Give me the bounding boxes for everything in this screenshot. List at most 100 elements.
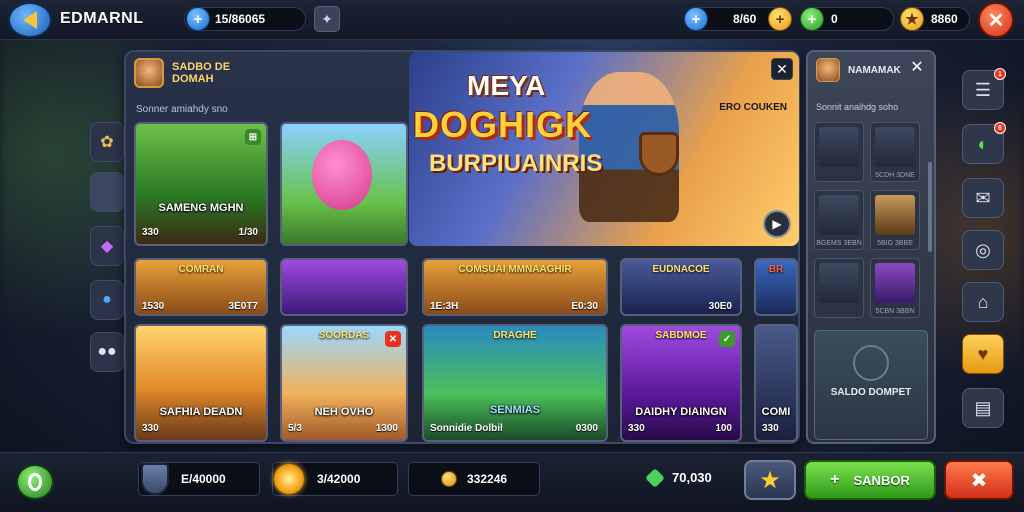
card-row3-3[interactable]: DRAGHE SENMIAS Sonnidie Dolbil 0300 bbox=[422, 324, 608, 442]
mini-card[interactable] bbox=[814, 258, 864, 318]
card-title: SENMIAS bbox=[489, 404, 541, 416]
side-list-button[interactable]: ▤ bbox=[962, 388, 1004, 428]
card-title: SAFHIA DEADN bbox=[159, 406, 243, 418]
shield-icon bbox=[135, 459, 175, 499]
card-row2-4[interactable]: EUDNACOE 30E0 bbox=[620, 258, 742, 316]
side-mail-button[interactable]: ✉ bbox=[962, 178, 1004, 218]
hero-title-c: BURPIUAINRIS bbox=[429, 150, 603, 177]
card-row2-2[interactable] bbox=[280, 258, 408, 316]
gem-icon bbox=[645, 467, 665, 488]
side-menu-button[interactable]: ☰ 1 bbox=[962, 68, 1006, 110]
mini-card[interactable] bbox=[814, 122, 864, 182]
card-stat-right: 100 bbox=[715, 423, 732, 434]
card-row3-1[interactable]: SAFHIA DEADN 330 bbox=[134, 324, 268, 442]
left-tab-3[interactable]: ◆ bbox=[90, 226, 124, 266]
gold-add-icon[interactable]: + bbox=[768, 7, 792, 31]
hero-next-button[interactable]: ▶ bbox=[763, 210, 791, 238]
card-stat-left: 330 bbox=[142, 423, 159, 434]
mini-card[interactable]: BGEMS 3EBN bbox=[814, 190, 864, 250]
card-top-label: COMRAN bbox=[178, 264, 224, 275]
list-icon: ▤ bbox=[974, 397, 992, 418]
card-check-badge[interactable]: ✓ bbox=[719, 331, 735, 347]
gem-add-icon[interactable]: + bbox=[800, 7, 824, 31]
back-button[interactable] bbox=[8, 2, 52, 38]
plus-icon: + bbox=[830, 471, 840, 488]
friends-scrollbar[interactable] bbox=[928, 162, 932, 252]
hero-close-button[interactable]: ✕ bbox=[771, 58, 793, 80]
card-badge: ⊞ bbox=[245, 129, 261, 145]
event-title: SADBO DE DOMAH bbox=[172, 61, 231, 85]
card-row2-1[interactable]: COMRAN 1530 3E0T7 bbox=[134, 258, 268, 316]
card-row3-5[interactable]: COMI 330 bbox=[754, 324, 798, 442]
mini-card[interactable]: 5BIG 3BBE bbox=[870, 190, 920, 250]
card-top-label: DRAGHE bbox=[493, 330, 537, 341]
plus-icon[interactable]: + bbox=[186, 7, 210, 31]
card-stat-right: 3E0T7 bbox=[228, 301, 258, 312]
card-title: NEH OVHO bbox=[314, 406, 374, 418]
card-row1-1[interactable]: ⊞ SAMENG MGHN 330 1/30 bbox=[134, 122, 268, 246]
settings-button[interactable]: ✦ bbox=[314, 6, 340, 32]
notification-dot: 6 bbox=[994, 122, 1006, 134]
power-icon: ◐ bbox=[977, 133, 989, 154]
side-target-button[interactable]: ◎ bbox=[962, 230, 1004, 270]
primary-action-button[interactable]: + SANBOR bbox=[804, 460, 936, 500]
card-row3-4[interactable]: SABDMOE ✓ DAIDHY DIAINGN 330 100 bbox=[620, 324, 742, 442]
left-tab-5[interactable]: ●● bbox=[90, 332, 124, 372]
card-row2-5[interactable]: BR bbox=[754, 258, 798, 316]
target-icon: ◎ bbox=[975, 239, 991, 260]
hero-title-a: MEYA bbox=[467, 70, 546, 101]
friends-close-button[interactable]: ✕ bbox=[908, 58, 926, 76]
card-stat-right: E0:30 bbox=[571, 301, 598, 312]
globe-icon: ● bbox=[102, 291, 112, 308]
card-row2-3[interactable]: COMSUAI MMNAAGHIR 1E:3H E0:30 bbox=[422, 258, 608, 316]
left-tab-2[interactable] bbox=[90, 172, 124, 212]
event-avatar bbox=[134, 58, 164, 88]
top-bar: EDMARNL + 15/86065 + ✦ 8/60 + + 0 + 8860… bbox=[0, 0, 1024, 40]
hero-banner[interactable]: MEYA DOGHIGK BURPIUAINRIS ERO COUKEN ✕ ▶ bbox=[409, 52, 799, 246]
event-header: SADBO DE DOMAH bbox=[134, 58, 242, 88]
close-button[interactable]: ✕ bbox=[978, 2, 1014, 38]
red-action-button[interactable]: ✖ bbox=[944, 460, 1014, 500]
friends-subtitle: Sonnit anaihdg soho bbox=[816, 102, 899, 112]
card-row3-2[interactable]: SOORDAS ✕ NEH OVHO 5/3 1300 bbox=[280, 324, 408, 442]
card-stat-right: 1300 bbox=[375, 423, 398, 434]
card-stat-left: 330 bbox=[762, 423, 779, 434]
gear-icon: ✦ bbox=[321, 10, 333, 27]
card-top-label: COMSUAI MMNAAGHIR bbox=[458, 264, 572, 275]
coin-icon: ★ bbox=[900, 7, 924, 31]
card-row1-2[interactable] bbox=[280, 122, 408, 246]
hero-title-b: DOGHIGK bbox=[413, 104, 593, 145]
main-panel: SADBO DE DOMAH Sonner amiahdy sno MEYA D… bbox=[124, 50, 800, 444]
menu-icon: ☰ bbox=[974, 79, 992, 100]
side-heart-button[interactable]: ♥ bbox=[962, 334, 1004, 374]
left-tab-1[interactable]: ✿ bbox=[90, 122, 124, 162]
star-icon: ★ bbox=[759, 466, 781, 494]
card-stat-left: 1530 bbox=[142, 301, 165, 312]
chat-icon: ●● bbox=[97, 343, 117, 360]
add-currency-b-button[interactable]: + bbox=[684, 7, 708, 31]
side-home-button[interactable]: ⌂ bbox=[962, 282, 1004, 322]
resource-c: 332246 bbox=[408, 462, 540, 496]
heart-icon: ♥ bbox=[977, 343, 989, 364]
star-burst-icon: ✖ bbox=[970, 469, 988, 492]
left-tab-4[interactable]: ● bbox=[90, 280, 124, 320]
back-arrow-icon bbox=[23, 11, 37, 29]
wallet-card[interactable]: SALDO DOMPET bbox=[814, 330, 928, 440]
mini-card[interactable]: 5CDH 3DNE bbox=[870, 122, 920, 182]
card-stat-left: 5/3 bbox=[288, 423, 302, 434]
card-title: SAMENG MGHN bbox=[158, 202, 244, 214]
refresh-icon bbox=[28, 473, 42, 491]
sun-icon bbox=[269, 459, 309, 499]
bottom-left-button[interactable] bbox=[16, 464, 54, 500]
friends-panel: NAMAMAK ✕ Sonnit anaihdg soho 5CDH 3DNE … bbox=[806, 50, 936, 444]
mini-card[interactable]: 5CBN 3BBN bbox=[870, 258, 920, 318]
card-stat-left: Sonnidie Dolbil bbox=[430, 423, 503, 434]
resource-b: 3/42000 bbox=[272, 462, 398, 496]
card-stat-left: 330 bbox=[142, 227, 159, 238]
side-power-button[interactable]: ◐ 6 bbox=[962, 122, 1006, 164]
wallet-label: SALDO DOMPET bbox=[830, 387, 912, 398]
card-stat-right: 30E0 bbox=[708, 301, 732, 312]
card-stat-right: 1/30 bbox=[238, 227, 258, 238]
favorite-button[interactable]: ★ bbox=[744, 460, 796, 500]
card-close-badge[interactable]: ✕ bbox=[385, 331, 401, 347]
